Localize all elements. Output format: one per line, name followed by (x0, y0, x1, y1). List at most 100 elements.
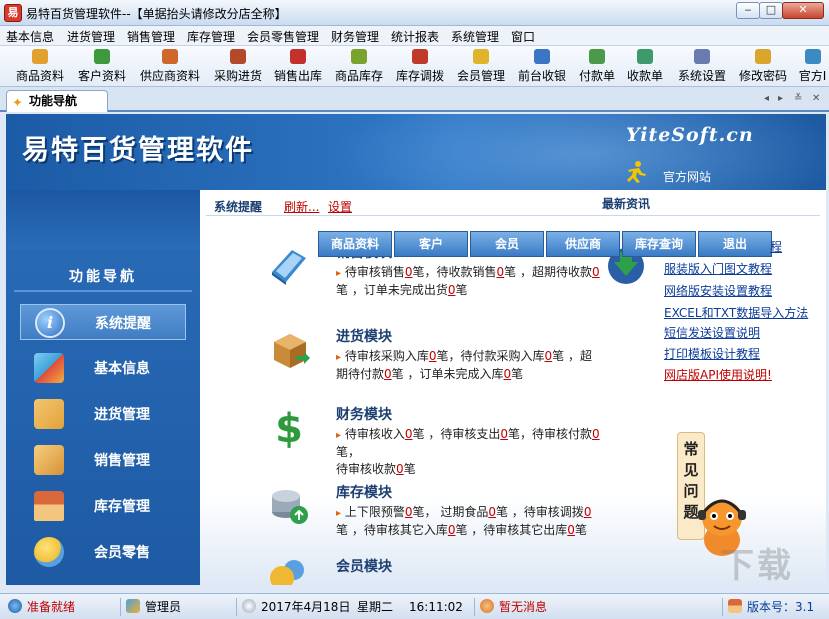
quick-exit-button[interactable]: 退出 (698, 231, 772, 257)
close-button[interactable]: ✕ (782, 2, 824, 19)
brand-logo-text: 易特百货管理软件 (22, 135, 254, 166)
module-description: ▸ 待审核采购入库0笔，待付款采购入库0笔 ，超 期待付款0笔 ，订单未完成入库… (336, 349, 592, 381)
sidebar-item-label: 会员零售 (94, 545, 150, 561)
purchase-box-icon (274, 334, 310, 368)
settings-icon (694, 49, 710, 64)
toolbar-member-button[interactable]: 会员管理 (453, 49, 509, 85)
news-item[interactable]: 程 (770, 238, 810, 255)
news-item[interactable]: 短信发送设置说明 (664, 324, 824, 341)
sales-book-icon (272, 250, 306, 285)
sidebar-item-purchase[interactable]: 进货管理 (20, 396, 186, 432)
user-group-icon (126, 599, 140, 613)
bullet-arrow-icon: ▸ (336, 352, 342, 363)
maximize-button[interactable]: □ (759, 2, 783, 19)
menu-finance[interactable]: 财务管理 (331, 28, 379, 45)
sidebar-item-member-retail[interactable]: 会员零售 (20, 534, 186, 570)
minimize-button[interactable]: ‒ (736, 2, 760, 19)
toolbar-password-button[interactable]: 修改密码 (735, 49, 791, 85)
count-link[interactable]: 0 (384, 367, 392, 381)
settings-link[interactable]: 设置 (328, 198, 352, 215)
toolbar-customer-button[interactable]: 客户资料 (74, 49, 130, 85)
tab-function-navigation[interactable]: ✦ 功能导航 (6, 90, 108, 112)
status-separator (120, 598, 121, 616)
quick-stock-query-button[interactable]: 库存查询 (622, 231, 696, 257)
tab-list-icon[interactable]: ≚ (794, 93, 802, 104)
count-link[interactable]: 0 (500, 427, 508, 441)
count-link[interactable]: 0 (503, 367, 511, 381)
tab-label: 功能导航 (29, 94, 78, 108)
toolbar-label: 采购进货 (213, 69, 262, 83)
purchase-truck-icon (230, 49, 246, 64)
news-item-highlight[interactable]: 网店版API使用说明! (664, 366, 824, 383)
count-link[interactable]: 0 (405, 265, 413, 279)
quick-supplier-button[interactable]: 供应商 (546, 231, 620, 257)
quick-goods-button[interactable]: 商品资料 (318, 231, 392, 257)
menu-window[interactable]: 窗口 (511, 28, 535, 45)
toolbar-inventory-button[interactable]: 商品库存 (331, 49, 387, 85)
menu-inventory[interactable]: 库存管理 (187, 28, 235, 45)
module-title: 财务模块 (336, 407, 392, 423)
news-item[interactable]: EXCEL和TXT数据导入方法 (664, 304, 824, 321)
sidebar-item-system-reminder[interactable]: i 系统提醒 (20, 304, 186, 340)
sidebar-item-label: 进货管理 (94, 407, 150, 423)
menu-basic-info[interactable]: 基本信息 (6, 28, 54, 45)
menu-sales[interactable]: 销售管理 (127, 28, 175, 45)
globe-icon (8, 599, 22, 613)
toolbar-transfer-button[interactable]: 库存调拨 (392, 49, 448, 85)
count-link[interactable]: 0 (592, 427, 600, 441)
count-link[interactable]: 0 (584, 505, 592, 519)
menu-system[interactable]: 系统管理 (451, 28, 499, 45)
sidebar-item-label: 基本信息 (94, 361, 150, 377)
count-link[interactable]: 0 (592, 265, 600, 279)
quick-member-button[interactable]: 会员 (470, 231, 544, 257)
tab-scroll-right-icon[interactable]: ▸ (778, 93, 783, 104)
count-link[interactable]: 0 (567, 523, 575, 537)
news-item[interactable]: 打印模板设计教程 (664, 345, 824, 362)
news-item[interactable]: 网络版安装设置教程 (664, 282, 824, 299)
tab-close-icon[interactable]: ✕ (812, 93, 820, 104)
sidebar-item-label: 销售管理 (94, 453, 150, 469)
status-bar: 准备就绪 管理员 2017年4月18日 星期二 16:11:02 暂无消息 版本… (0, 593, 829, 619)
sidebar-item-basic-info[interactable]: 基本信息 (20, 350, 186, 386)
status-version: 版本号：3.1 (728, 597, 814, 617)
official-site-link[interactable]: 官方网站 (663, 168, 711, 185)
window-title: 易特百货管理软件--【单据抬头请修改分店全称】 (26, 7, 287, 21)
box-out-icon (34, 445, 64, 475)
toolbar-cashier-button[interactable]: 前台收银 (514, 49, 570, 85)
toolbar-payment-button[interactable]: 付款单 (575, 49, 619, 85)
refresh-link[interactable]: 刷新... (284, 198, 319, 215)
status-separator (236, 598, 237, 616)
count-link[interactable]: 0 (429, 349, 437, 363)
menu-bar: 基本信息 进货管理 销售管理 库存管理 会员零售管理 财务管理 统计报表 系统管… (0, 26, 829, 46)
news-item[interactable]: 服装版入门图文教程 (664, 260, 824, 277)
toolbar-goods-button[interactable]: 商品资料 (12, 49, 68, 85)
count-link[interactable]: 0 (405, 505, 413, 519)
module-title: 进货模块 (336, 329, 392, 345)
status-separator (722, 598, 723, 616)
count-link[interactable]: 0 (396, 462, 404, 476)
title-bar: 易 易特百货管理软件--【单据抬头请修改分店全称】 ‒ □ ✕ (0, 0, 829, 26)
menu-purchase[interactable]: 进货管理 (67, 28, 115, 45)
toolbar-sales-button[interactable]: 销售出库 (270, 49, 326, 85)
status-message[interactable]: 暂无消息 (480, 597, 547, 617)
cube-icon (34, 353, 64, 383)
app-icon[interactable]: 易 (4, 4, 22, 22)
toolbar-supplier-button[interactable]: 供应商资料 (136, 49, 204, 85)
count-link[interactable]: 0 (405, 427, 413, 441)
sidebar-title: 功能导航 (69, 269, 137, 285)
toolbar-settings-button[interactable]: 系统设置 (674, 49, 730, 85)
tab-scroll-left-icon[interactable]: ◂ (764, 93, 769, 104)
toolbar-official-button[interactable]: 官方I (796, 49, 829, 85)
module-member: 会员模块 (260, 556, 600, 585)
sidebar: 功能导航 i 系统提醒 基本信息 进货管理 销售管理 库存管理 会员零售 (6, 190, 200, 585)
toolbar-label: 库存调拨 (395, 69, 444, 83)
receipt-icon (637, 49, 653, 64)
sidebar-item-sales[interactable]: 销售管理 (20, 442, 186, 478)
sidebar-item-inventory[interactable]: 库存管理 (20, 488, 186, 524)
toolbar-receipt-button[interactable]: 收款单 (623, 49, 667, 85)
menu-reports[interactable]: 统计报表 (391, 28, 439, 45)
count-link[interactable]: 0 (488, 505, 496, 519)
toolbar-purchase-button[interactable]: 采购进货 (210, 49, 266, 85)
quick-customer-button[interactable]: 客户 (394, 231, 468, 257)
menu-member-retail[interactable]: 会员零售管理 (247, 28, 319, 45)
